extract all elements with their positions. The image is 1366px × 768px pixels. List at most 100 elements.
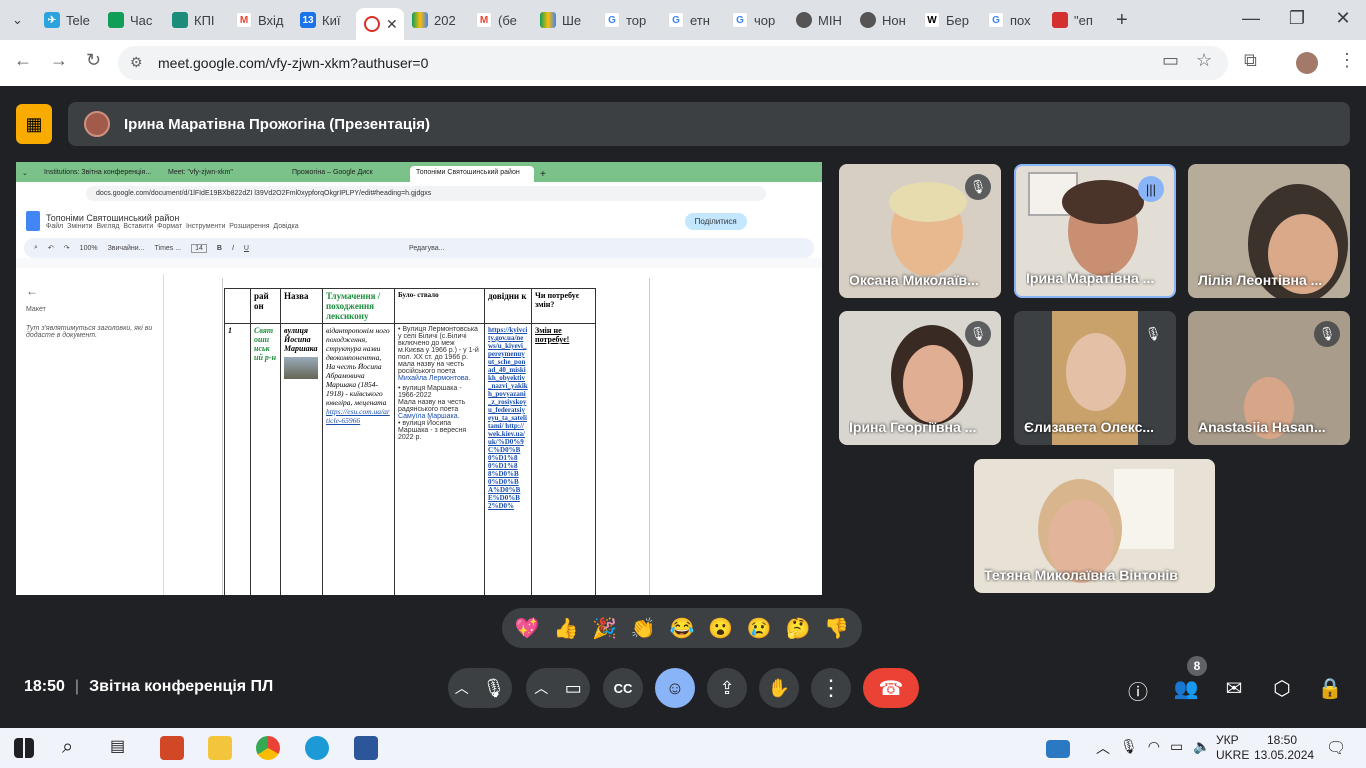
meet-now-icon[interactable]: [1046, 740, 1070, 758]
captions-button[interactable]: CC: [603, 668, 643, 708]
url-field[interactable]: meet.google.com/vfy-zjwn-xkm?authuser=0: [118, 46, 1228, 80]
participant-tile[interactable]: 🎙 Єлизавета Олекс...: [1014, 311, 1176, 445]
plus-icon: +: [540, 169, 546, 180]
present-screen-button[interactable]: ⇪: [707, 668, 747, 708]
browser-tab[interactable]: Ше: [532, 4, 596, 36]
browser-tab[interactable]: ✈ Tele: [36, 4, 100, 36]
task-view-icon[interactable]: ▤: [110, 736, 134, 760]
reaction-thinking-button[interactable]: 🤔: [785, 616, 810, 641]
site-info-icon[interactable]: ⚙: [130, 54, 143, 71]
reaction-party-button[interactable]: 🎉: [592, 616, 617, 641]
more-options-button[interactable]: ⋮: [811, 668, 851, 708]
restore-icon[interactable]: ❐: [1274, 8, 1320, 29]
site-icon: [796, 12, 812, 28]
more-icon[interactable]: ⋮: [1338, 50, 1356, 71]
windows-start-icon[interactable]: [14, 738, 34, 758]
mic-off-icon: 🎙: [965, 174, 991, 200]
back-icon[interactable]: ←: [14, 50, 32, 71]
browser-tab-active[interactable]: ✕: [356, 8, 404, 40]
star-icon[interactable]: ☆: [1196, 50, 1212, 71]
profile-avatar[interactable]: [1296, 52, 1318, 74]
word-icon[interactable]: [354, 736, 378, 760]
participant-tile[interactable]: Тетяна Миколаївна Вінтонів: [974, 459, 1215, 593]
extensions-icon[interactable]: ⧉: [1244, 50, 1257, 71]
back-arrow-icon: ←: [26, 284, 38, 298]
forward-icon[interactable]: →: [50, 50, 68, 71]
tab-list-button[interactable]: ⌄: [0, 4, 36, 36]
search-icon[interactable]: ⌕: [62, 736, 86, 760]
reaction-heart-button[interactable]: 💖: [515, 616, 540, 641]
powerpoint-icon[interactable]: [160, 736, 184, 760]
activities-icon[interactable]: ⬡: [1269, 676, 1295, 701]
doc-menu: Файл Змінити Вигляд Вставити Формат Інст…: [46, 222, 299, 230]
minimize-icon[interactable]: —: [1228, 8, 1274, 29]
raise-hand-button[interactable]: ✋: [759, 668, 799, 708]
calendar-icon: 13: [300, 12, 316, 28]
participant-tile[interactable]: 🎙 Оксана Миколаїв...: [839, 164, 1001, 298]
browser-tab[interactable]: Gчор: [724, 4, 788, 36]
browser-tab[interactable]: M Вхід: [228, 4, 292, 36]
chevron-up-icon[interactable]: ︿: [1096, 738, 1110, 758]
file-explorer-icon[interactable]: [208, 736, 232, 760]
edge-icon[interactable]: [305, 736, 329, 760]
reaction-surprised-button[interactable]: 😮: [708, 616, 733, 641]
mic-icon[interactable]: 🎙: [482, 678, 505, 699]
chevron-up-icon[interactable]: ︿: [534, 678, 548, 698]
browser-tab[interactable]: Gтор: [596, 4, 660, 36]
browser-tab[interactable]: 13 Киї: [292, 4, 356, 36]
participant-tile[interactable]: 🎙 Anastasiia Hasan...: [1188, 311, 1350, 445]
browser-tab[interactable]: W Бер: [916, 4, 980, 36]
chevron-up-icon[interactable]: ︿: [455, 678, 469, 698]
browser-tab[interactable]: Нон: [852, 4, 916, 36]
browser-tab[interactable]: "еп: [1044, 4, 1108, 36]
microphone-icon[interactable]: 🎙: [1120, 738, 1138, 758]
browser-tab[interactable]: КПІ: [164, 4, 228, 36]
end-call-button[interactable]: ☎: [863, 668, 919, 708]
browser-tab[interactable]: Gпох: [980, 4, 1044, 36]
camera-control[interactable]: ︿ ▭: [526, 668, 590, 708]
presented-tab-active: Топоніми Святошинський район: [410, 166, 534, 182]
mic-control[interactable]: ︿ 🎙: [448, 668, 512, 708]
host-controls-icon[interactable]: 🔒: [1317, 676, 1343, 701]
reload-icon[interactable]: ↻: [86, 50, 101, 71]
wifi-icon[interactable]: ◠: [1148, 738, 1160, 758]
participant-tile[interactable]: Лілія Леонтівна ...: [1188, 164, 1350, 298]
participant-tile[interactable]: 🎙 Ірина Георгіївна ...: [839, 311, 1001, 445]
browser-tab-strip: ⌄ ✈ Tele Час КПІ M Вхід 13 Киї ✕ 202 M (бе Ш…: [0, 0, 1366, 40]
pdf-icon: [1052, 12, 1068, 28]
battery-icon[interactable]: ▭: [1170, 738, 1183, 758]
reaction-thumbs-up-button[interactable]: 👍: [554, 616, 579, 641]
browser-tab[interactable]: Gетн: [660, 4, 724, 36]
new-tab-button[interactable]: +: [1108, 4, 1138, 36]
language-indicator[interactable]: УКР UKRE: [1216, 733, 1249, 763]
emoji-button[interactable]: ☺: [655, 668, 695, 708]
browser-tab[interactable]: МІН: [788, 4, 852, 36]
participant-video: [903, 345, 963, 423]
reaction-sad-button[interactable]: 😢: [747, 616, 772, 641]
info-icon[interactable]: ⓘ: [1125, 676, 1151, 705]
close-icon[interactable]: ✕: [386, 16, 398, 33]
video-camera-icon[interactable]: ▭: [565, 678, 582, 699]
ruler: [16, 258, 822, 268]
gmail-icon: M: [476, 12, 492, 28]
reaction-clap-button[interactable]: 👏: [631, 616, 656, 641]
doc-toolbar: ⌕ ↶ ↷ 100% Звичайни... Times ... 14 B I …: [24, 238, 814, 258]
browser-tab[interactable]: Час: [100, 4, 164, 36]
reaction-laugh-button[interactable]: 😂: [670, 616, 695, 641]
browser-tab[interactable]: M (бе: [468, 4, 532, 36]
site-icon: [860, 12, 876, 28]
notifications-icon[interactable]: 🗨: [1326, 738, 1346, 758]
close-window-icon[interactable]: ✕: [1320, 8, 1366, 29]
browser-tab[interactable]: 202: [404, 4, 468, 36]
site-icon: [172, 12, 188, 28]
system-tray[interactable]: ︿ 🎙 ◠ ▭ 🔈: [1096, 738, 1211, 758]
people-icon[interactable]: 👥: [1173, 676, 1199, 701]
volume-icon[interactable]: 🔈: [1193, 738, 1210, 758]
participant-count-badge: 8: [1187, 656, 1207, 676]
camera-icon[interactable]: ▭: [1162, 50, 1179, 71]
chrome-icon[interactable]: [256, 736, 280, 760]
chat-icon[interactable]: ✉: [1221, 676, 1247, 701]
clock[interactable]: 18:50 13.05.2024: [1254, 733, 1314, 763]
participant-tile-speaking[interactable]: ||| Ірина Маратівна ...: [1014, 164, 1176, 298]
reaction-thumbs-down-button[interactable]: 👎: [824, 616, 849, 641]
